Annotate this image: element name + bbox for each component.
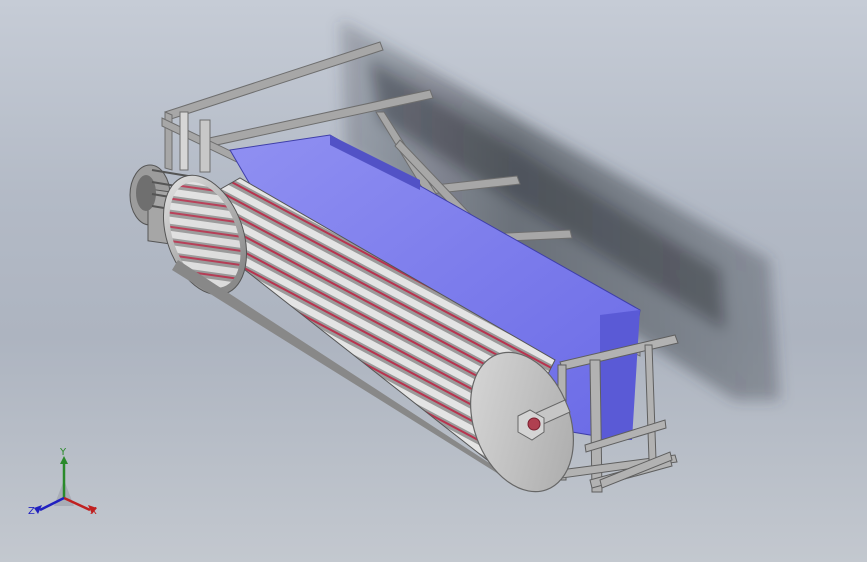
y-axis-label: Y	[60, 447, 67, 458]
z-axis-label: Z	[28, 506, 35, 517]
3d-model[interactable]	[0, 0, 867, 562]
graphics-viewport[interactable]: Y X Z	[0, 0, 867, 562]
x-axis-label: X	[90, 506, 97, 517]
coordinate-triad: Y X Z	[24, 448, 104, 528]
